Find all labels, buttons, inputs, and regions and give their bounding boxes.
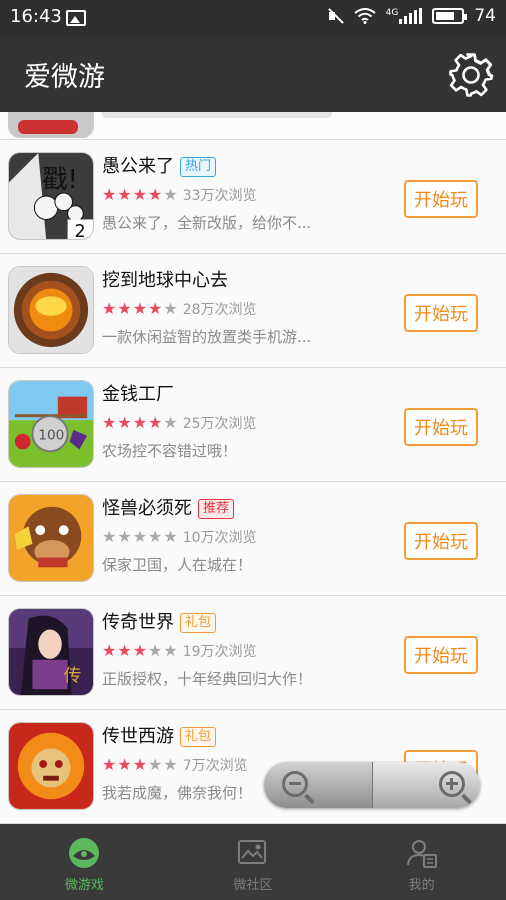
gallery-notification-icon xyxy=(66,10,86,26)
community-icon xyxy=(238,840,266,864)
status-icons: 4G 74 xyxy=(326,6,496,26)
app-title: 爱微游 xyxy=(24,62,105,93)
view-count: 25万次浏览 xyxy=(182,416,257,432)
partial-text xyxy=(102,112,332,118)
game-row[interactable]: 挖到地球中心去 ★★★★★ 28万次浏览 一款休闲益智的放置类手机游... 开始玩 xyxy=(0,254,506,368)
nav-item-profile[interactable]: 我的 xyxy=(337,824,506,900)
status-bar: 16:43 4G 74 xyxy=(0,0,506,36)
game-description: 保家卫国，人在城在！ xyxy=(102,556,253,574)
hot-tag: 热门 xyxy=(180,157,217,177)
network-type: 4G xyxy=(385,8,399,18)
zoom-out-button[interactable] xyxy=(264,762,373,808)
zoom-out-icon xyxy=(282,771,308,797)
game-name-row: 怪兽必须死 推荐 xyxy=(102,494,235,520)
rating-stars: ★★★★★ 7万次浏览 xyxy=(102,755,248,774)
nav-label: 我的 xyxy=(408,878,435,893)
game-name: 金钱工厂 xyxy=(102,384,174,405)
game-list[interactable]: 戳! 2 愚公来了 热门 ★★★★★ 33万次浏览 愚公来了，全新改版，给你不...… xyxy=(0,112,506,824)
game-name: 挖到地球中心去 xyxy=(102,270,228,291)
wifi-icon xyxy=(354,8,376,24)
rating-stars: ★★★★★ 10万次浏览 xyxy=(102,527,257,546)
recommend-tag: 推荐 xyxy=(198,499,235,519)
game-description: 一款休闲益智的放置类手机游... xyxy=(102,328,312,346)
game-description: 农场控不容错过哦！ xyxy=(102,442,238,460)
start-play-button[interactable]: 开始玩 xyxy=(404,522,478,560)
start-play-button[interactable]: 开始玩 xyxy=(404,294,478,332)
gift-tag: 礼包 xyxy=(180,613,217,633)
game-icon-money-factory: 100 xyxy=(8,380,94,468)
start-play-button[interactable]: 开始玩 xyxy=(404,408,478,446)
game-name: 传奇世界 xyxy=(102,612,174,633)
battery-percent: 74 xyxy=(474,6,496,26)
game-row[interactable]: 传 传奇世界 礼包 ★★★★★ 19万次浏览 正版授权，十年经典回归大作！ 开始玩 xyxy=(0,596,506,710)
svg-text:2: 2 xyxy=(74,222,85,240)
bottom-nav: 微游戏 微社区 我的 xyxy=(0,824,506,900)
mute-icon xyxy=(326,7,344,25)
rating-stars: ★★★★★ 33万次浏览 xyxy=(102,185,257,204)
zoom-control xyxy=(264,762,480,808)
gift-tag: 礼包 xyxy=(180,727,217,747)
start-play-button[interactable]: 开始玩 xyxy=(404,636,478,674)
battery-icon xyxy=(432,8,468,24)
game-description: 正版授权，十年经典回归大作！ xyxy=(102,670,313,688)
game-icon-dig xyxy=(8,266,94,354)
status-time: 16:43 xyxy=(10,6,62,27)
gear-icon[interactable] xyxy=(448,52,494,98)
nav-item-community[interactable]: 微社区 xyxy=(169,824,338,900)
game-icon-monster xyxy=(8,494,94,582)
zoom-in-icon xyxy=(438,771,465,797)
view-count: 7万次浏览 xyxy=(182,758,248,774)
view-count: 10万次浏览 xyxy=(182,530,257,546)
view-count: 19万次浏览 xyxy=(182,644,257,660)
nav-label: 微社区 xyxy=(233,878,273,893)
svg-text:100: 100 xyxy=(38,428,64,444)
game-row[interactable]: 戳! 2 愚公来了 热门 ★★★★★ 33万次浏览 愚公来了，全新改版，给你不...… xyxy=(0,140,506,254)
game-icon-partial xyxy=(8,112,94,138)
game-icon-journey-west xyxy=(8,722,94,810)
game-name: 怪兽必须死 xyxy=(102,498,192,519)
game-name: 传世西游 xyxy=(102,726,174,747)
game-name: 愚公来了 xyxy=(102,156,174,177)
rating-stars: ★★★★★ 19万次浏览 xyxy=(102,641,257,660)
svg-text:戳!: 戳! xyxy=(42,164,78,194)
rating-stars: ★★★★★ 28万次浏览 xyxy=(102,299,257,318)
app-header: 爱微游 xyxy=(0,36,506,112)
game-name-row: 金钱工厂 xyxy=(102,380,174,406)
game-icon xyxy=(69,838,100,868)
game-icon-yugong: 戳! 2 xyxy=(8,152,94,240)
start-play-button[interactable]: 开始玩 xyxy=(404,180,478,218)
game-name-row: 传世西游 礼包 xyxy=(102,722,217,748)
game-name-row: 传奇世界 礼包 xyxy=(102,608,217,634)
nav-label: 微游戏 xyxy=(64,878,104,893)
svg-text:传: 传 xyxy=(64,666,82,686)
nav-item-games[interactable]: 微游戏 xyxy=(0,824,169,900)
signal-icon: 4G xyxy=(386,8,423,24)
view-count: 28万次浏览 xyxy=(182,302,257,318)
game-name-row: 挖到地球中心去 xyxy=(102,266,228,292)
rating-stars: ★★★★★ 25万次浏览 xyxy=(102,413,257,432)
game-row[interactable]: 100 金钱工厂 ★★★★★ 25万次浏览 农场控不容错过哦！ 开始玩 xyxy=(0,368,506,482)
zoom-in-button[interactable] xyxy=(372,762,480,808)
profile-icon xyxy=(406,840,437,868)
game-row[interactable]: 怪兽必须死 推荐 ★★★★★ 10万次浏览 保家卫国，人在城在！ 开始玩 xyxy=(0,482,506,596)
view-count: 33万次浏览 xyxy=(182,188,257,204)
game-name-row: 愚公来了 热门 xyxy=(102,152,217,178)
game-icon-legend-world: 传 xyxy=(8,608,94,696)
game-description: 愚公来了，全新改版，给你不... xyxy=(102,214,312,232)
list-item-partial[interactable] xyxy=(0,112,506,140)
